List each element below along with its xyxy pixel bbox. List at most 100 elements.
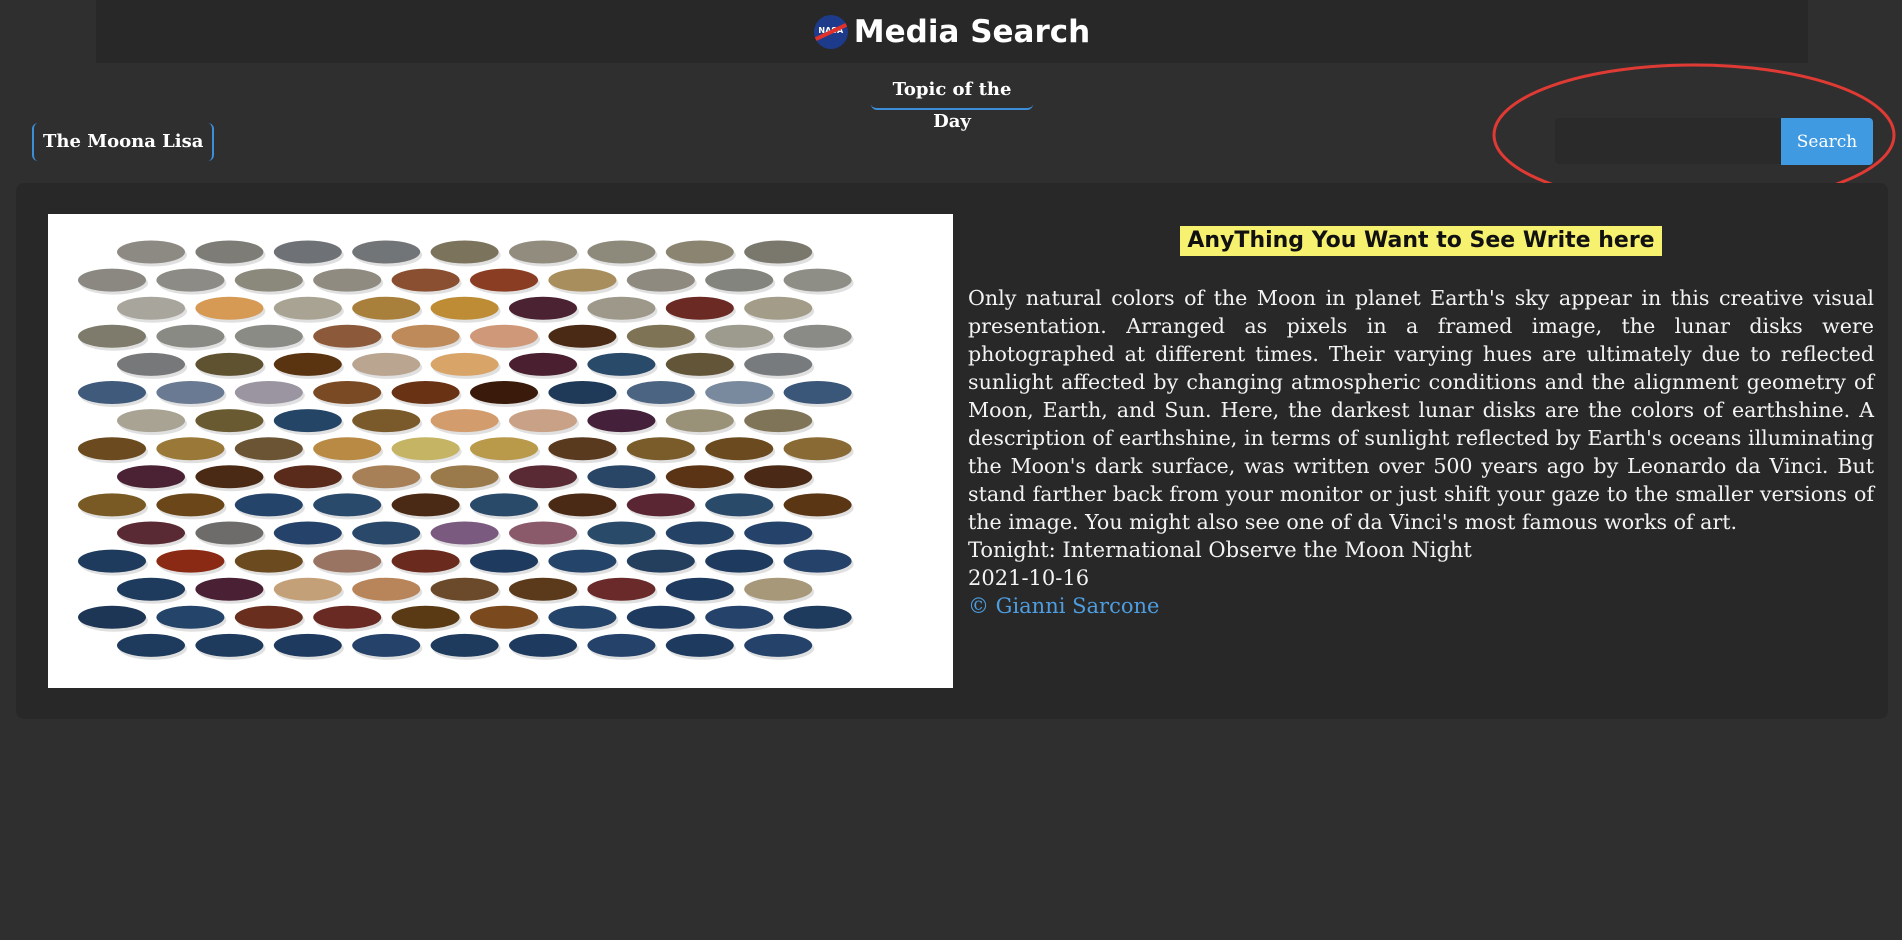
app-title: Media Search <box>853 13 1091 50</box>
moon-disk <box>626 549 695 573</box>
moon-disk <box>626 381 695 404</box>
moon-disk <box>430 352 499 376</box>
moon-disk <box>509 577 577 601</box>
credit-link[interactable]: © Gianni Sarcone <box>968 594 1159 618</box>
moon-disk <box>156 268 225 292</box>
moon-disk <box>273 465 342 489</box>
moon-disk <box>548 437 617 461</box>
moon-disk <box>273 240 342 264</box>
moon-disk <box>273 409 342 433</box>
moon-disk <box>705 437 774 461</box>
moon-disk <box>430 409 499 433</box>
moon-disk <box>430 633 499 657</box>
moon-disk <box>783 605 852 629</box>
result-headline: AnyThing You Want to See Write here <box>1180 226 1662 256</box>
moon-disk <box>783 268 852 292</box>
moon-disk <box>313 324 382 348</box>
moon-disk <box>587 409 656 433</box>
topic-button[interactable]: The Moona Lisa <box>32 123 215 161</box>
moon-disk <box>391 324 460 348</box>
moon-disk <box>430 240 499 264</box>
moon-disk <box>705 493 774 517</box>
moon-disk <box>587 521 656 545</box>
moon-disk <box>744 633 813 657</box>
moon-disk <box>665 521 734 545</box>
moon-disk <box>313 493 382 517</box>
moon-disk <box>117 521 185 545</box>
moon-disk <box>783 493 852 517</box>
moon-disk <box>234 381 303 404</box>
moon-disk <box>665 409 734 433</box>
moon-disk <box>626 437 695 461</box>
moon-disk <box>470 324 538 348</box>
tab-topic-of-the-day[interactable]: Topic of the Day <box>871 74 1033 132</box>
moon-disk <box>470 605 538 629</box>
moon-disk <box>391 437 460 461</box>
moon-disk <box>587 352 656 376</box>
moon-disk <box>470 268 538 292</box>
moon-disk <box>234 493 303 517</box>
moon-disk <box>509 240 577 264</box>
moon-disk <box>78 324 146 348</box>
moon-disk <box>313 268 382 292</box>
moon-disk <box>470 549 538 573</box>
moon-disk <box>430 296 499 320</box>
moon-disk <box>352 633 421 657</box>
moon-disk <box>509 296 577 320</box>
moon-disk <box>665 633 734 657</box>
moon-disk <box>313 549 382 573</box>
moon-disk <box>783 549 852 573</box>
moon-disk <box>626 324 695 348</box>
moon-disk <box>509 409 577 433</box>
moon-disk <box>117 296 185 320</box>
moon-disk <box>117 409 185 433</box>
result-event: Tonight: International Observe the Moon … <box>968 538 1472 562</box>
moon-disk <box>352 240 421 264</box>
moon-disk <box>587 296 656 320</box>
moon-disk <box>391 268 460 292</box>
moon-disk <box>548 605 617 629</box>
moon-disk <box>548 381 617 404</box>
moon-disk <box>273 352 342 376</box>
moon-disk <box>78 549 146 573</box>
moon-disk <box>744 296 813 320</box>
moon-disk <box>470 493 538 517</box>
moon-disk <box>548 268 617 292</box>
moon-disk <box>117 352 185 376</box>
moon-disk <box>273 296 342 320</box>
moon-disk <box>352 577 421 601</box>
moon-disk <box>117 240 185 264</box>
result-image <box>48 214 953 688</box>
moon-disk <box>234 324 303 348</box>
moon-disk <box>78 605 146 629</box>
moon-disk <box>313 437 382 461</box>
moon-disk <box>744 352 813 376</box>
moon-disk <box>705 324 774 348</box>
moon-disk <box>195 577 264 601</box>
moon-disk <box>78 437 146 461</box>
moon-disk <box>587 240 656 264</box>
moon-disk <box>273 521 342 545</box>
moon-disk <box>744 465 813 489</box>
moon-disk <box>117 633 185 657</box>
moon-disk <box>705 549 774 573</box>
moon-disk <box>234 437 303 461</box>
moon-disk <box>156 437 225 461</box>
moon-disk <box>234 549 303 573</box>
moon-disk <box>665 352 734 376</box>
moon-disk <box>391 549 460 573</box>
moon-disk <box>509 633 577 657</box>
moon-disk <box>391 605 460 629</box>
moon-disk <box>156 493 225 517</box>
moon-disk <box>744 521 813 545</box>
moon-disk <box>195 240 264 264</box>
result-description: Only natural colors of the Moon in plane… <box>968 286 1874 534</box>
moon-disk <box>78 381 146 404</box>
moon-disk <box>587 633 656 657</box>
moon-disk <box>352 352 421 376</box>
moon-disk <box>783 381 852 404</box>
moon-disk <box>156 324 225 348</box>
moon-disk <box>195 521 264 545</box>
moon-disk <box>195 465 264 489</box>
moon-disk <box>626 493 695 517</box>
